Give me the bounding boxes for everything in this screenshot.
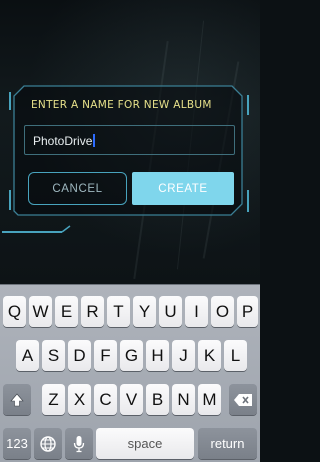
key-k[interactable]: K [198,340,221,371]
numbers-key[interactable]: 123 [3,428,31,459]
globe-key[interactable] [34,428,62,459]
dialog-title: ENTER A NAME FOR NEW ALBUM [31,99,212,111]
key-n[interactable]: N [172,384,195,415]
key-q[interactable]: Q [3,296,26,327]
microphone-key[interactable] [65,428,93,459]
microphone-icon [73,435,85,452]
key-s[interactable]: S [42,340,65,371]
key-d[interactable]: D [68,340,91,371]
key-c[interactable]: C [94,384,117,415]
key-m[interactable]: M [198,384,221,415]
album-name-input[interactable]: PhotoDrive [24,125,235,155]
key-u[interactable]: U [159,296,182,327]
key-j[interactable]: J [172,340,195,371]
shift-icon [10,393,24,406]
cancel-button[interactable]: CANCEL [28,172,127,205]
return-key[interactable]: return [198,428,257,459]
keyboard: Q W E R T Y U I O P A S D F G H J K L Z … [0,284,260,462]
key-r[interactable]: R [81,296,104,327]
key-p[interactable]: P [237,296,258,327]
create-button[interactable]: CREATE [132,172,234,205]
key-b[interactable]: B [146,384,169,415]
key-e[interactable]: E [55,296,78,327]
key-w[interactable]: W [29,296,52,327]
text-caret [93,134,95,147]
album-name-value: PhotoDrive [33,134,95,148]
key-a[interactable]: A [16,340,39,371]
globe-icon [40,435,56,452]
key-o[interactable]: O [211,296,234,327]
shift-key[interactable] [3,384,31,415]
key-y[interactable]: Y [133,296,156,327]
space-key[interactable]: space [96,428,194,459]
key-l[interactable]: L [224,340,247,371]
delete-icon [234,393,252,406]
delete-key[interactable] [229,384,257,415]
key-i[interactable]: I [185,296,208,327]
key-x[interactable]: X [68,384,91,415]
key-f[interactable]: F [94,340,117,371]
key-g[interactable]: G [120,340,143,371]
key-h[interactable]: H [146,340,169,371]
key-z[interactable]: Z [42,384,65,415]
key-v[interactable]: V [120,384,143,415]
key-t[interactable]: T [107,296,130,327]
